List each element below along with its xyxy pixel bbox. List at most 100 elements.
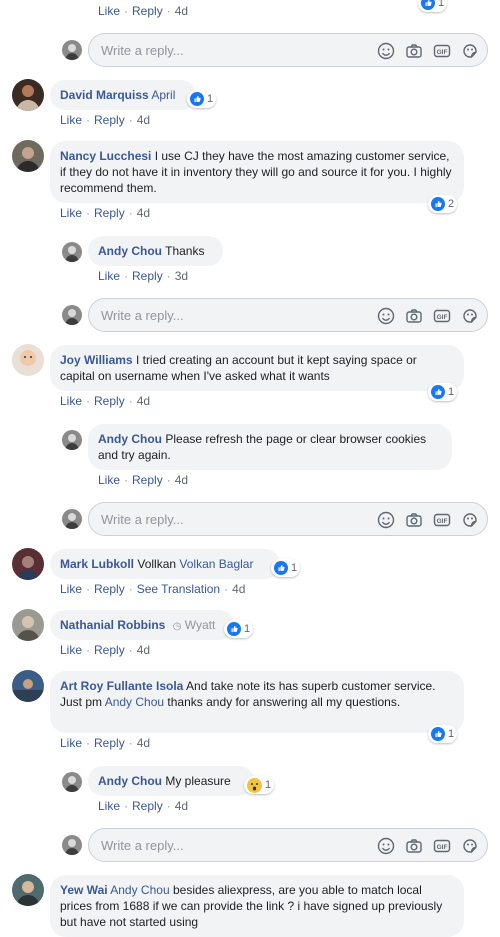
sticker-icon[interactable]: [461, 837, 479, 855]
commenter-name[interactable]: Nathanial Robbins: [60, 618, 165, 632]
mention-link[interactable]: Andy Chou: [110, 883, 169, 897]
camera-icon[interactable]: [405, 42, 423, 60]
like-link[interactable]: Like: [60, 394, 82, 408]
reply-link[interactable]: Reply: [132, 4, 163, 18]
commenter-name[interactable]: Andy Chou: [98, 774, 162, 788]
sticker-icon[interactable]: [461, 511, 479, 529]
like-link[interactable]: Like: [98, 473, 120, 487]
like-link[interactable]: Like: [98, 4, 120, 18]
reply-box[interactable]: [88, 502, 488, 536]
reply-input[interactable]: [99, 837, 323, 854]
avatar[interactable]: [12, 609, 44, 641]
reply-link[interactable]: Reply: [94, 206, 125, 220]
see-translation-link[interactable]: See Translation: [137, 582, 220, 596]
reply-link[interactable]: Reply: [94, 582, 125, 596]
reply-input[interactable]: [99, 42, 323, 59]
gif-icon[interactable]: [433, 837, 451, 855]
commenter-name[interactable]: Andy Chou: [98, 244, 162, 258]
commenter-name[interactable]: Andy Chou: [98, 432, 162, 446]
reaction-count[interactable]: 1: [187, 90, 217, 108]
comment-bubble: Art Roy Fullante Isola And take note its…: [50, 671, 464, 733]
sticker-icon[interactable]: [461, 307, 479, 325]
reply-box[interactable]: [88, 828, 488, 862]
reaction-count[interactable]: 1: [244, 776, 275, 794]
gif-icon[interactable]: [433, 511, 451, 529]
avatar[interactable]: [12, 670, 44, 702]
like-link[interactable]: Like: [60, 582, 82, 596]
commenter-name[interactable]: Yew Wai: [60, 883, 108, 897]
emoji-icon[interactable]: [377, 307, 395, 325]
reply-box[interactable]: [88, 298, 488, 332]
avatar[interactable]: [62, 242, 82, 262]
timestamp[interactable]: 4d: [137, 206, 150, 220]
comment-text: thanks andy for answering all my questio…: [167, 695, 401, 709]
avatar[interactable]: [12, 548, 44, 580]
reaction-count[interactable]: 1: [428, 383, 458, 401]
emoji-icon[interactable]: [377, 837, 395, 855]
timestamp[interactable]: 4d: [175, 799, 188, 813]
reply-link[interactable]: Reply: [132, 799, 163, 813]
reaction-count[interactable]: 1: [418, 0, 448, 12]
reply-box[interactable]: [88, 33, 488, 67]
mention-link[interactable]: April: [151, 88, 175, 102]
avatar[interactable]: [12, 874, 44, 906]
commenter-name[interactable]: Art Roy Fullante Isola: [60, 679, 183, 693]
camera-icon[interactable]: [405, 837, 423, 855]
reaction-count[interactable]: 1: [428, 725, 458, 743]
reaction-count[interactable]: 2: [428, 195, 458, 213]
commenter-name[interactable]: Joy Williams: [60, 353, 133, 367]
reply-link[interactable]: Reply: [94, 643, 125, 657]
like-reaction-icon: [190, 92, 204, 106]
emoji-icon[interactable]: [377, 511, 395, 529]
timestamp[interactable]: 4d: [175, 473, 188, 487]
like-link[interactable]: Like: [98, 269, 120, 283]
reply-link[interactable]: Reply: [94, 736, 125, 750]
avatar[interactable]: [12, 140, 44, 172]
mention-link[interactable]: Andy Chou: [105, 695, 164, 709]
timestamp[interactable]: 4d: [137, 736, 150, 750]
commenter-name[interactable]: Nancy Lucchesi: [60, 149, 151, 163]
like-link[interactable]: Like: [60, 643, 82, 657]
timestamp[interactable]: 3d: [175, 269, 188, 283]
gif-icon[interactable]: [433, 307, 451, 325]
like-link[interactable]: Like: [60, 736, 82, 750]
camera-icon[interactable]: [405, 511, 423, 529]
reply-link[interactable]: Reply: [94, 394, 125, 408]
comment-text: Thanks: [165, 244, 205, 258]
like-link[interactable]: Like: [60, 113, 82, 127]
timestamp[interactable]: 4d: [137, 394, 150, 408]
sticker-icon[interactable]: [461, 42, 479, 60]
avatar: [62, 509, 82, 529]
avatar[interactable]: [62, 430, 82, 450]
avatar[interactable]: [12, 79, 44, 111]
camera-icon[interactable]: [405, 307, 423, 325]
like-link[interactable]: Like: [98, 799, 120, 813]
reply-input[interactable]: [99, 511, 323, 528]
comment-bubble: Andy Chou Thanks: [88, 236, 223, 266]
timestamp[interactable]: 4d: [232, 582, 245, 596]
reaction-count[interactable]: 1: [224, 620, 254, 638]
avatar[interactable]: [62, 772, 82, 792]
reply-link[interactable]: Reply: [132, 473, 163, 487]
mention-link[interactable]: Volkan Baglar: [179, 557, 253, 571]
reply-link[interactable]: Reply: [94, 113, 125, 127]
timestamp[interactable]: 4d: [137, 113, 150, 127]
timestamp[interactable]: 4d: [137, 643, 150, 657]
like-link[interactable]: Like: [60, 206, 82, 220]
gif-icon[interactable]: [433, 42, 451, 60]
commenter-name[interactable]: Mark Lubkoll: [60, 557, 134, 571]
commenter-name[interactable]: David Marquiss: [60, 88, 149, 102]
comment-actions: Like · Reply · 3d: [98, 269, 189, 283]
avatar[interactable]: [12, 344, 44, 376]
comment-bubble: Nancy Lucchesi I use CJ they have the mo…: [50, 141, 464, 203]
reply-link[interactable]: Reply: [132, 269, 163, 283]
reaction-count[interactable]: 1: [271, 559, 301, 577]
timestamp[interactable]: 4d: [175, 4, 188, 18]
pending-mention[interactable]: ◷ Wyatt: [173, 618, 216, 632]
reply-input[interactable]: [99, 307, 323, 324]
like-reaction-icon: [274, 561, 288, 575]
comment-actions: Like · Reply · 4d: [60, 394, 151, 408]
emoji-icon[interactable]: [377, 42, 395, 60]
comment-actions: Like · Reply · 4d: [98, 799, 189, 813]
like-reaction-icon: [227, 622, 241, 636]
